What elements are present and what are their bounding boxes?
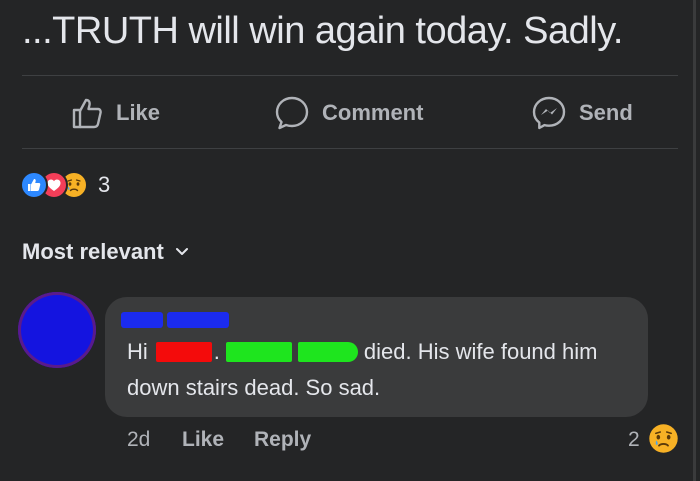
sort-label: Most relevant (22, 239, 164, 264)
crying-face-icon[interactable] (648, 423, 679, 454)
comment-greeting: Hi (127, 339, 148, 364)
avatar[interactable] (18, 292, 96, 368)
comment-sort-dropdown[interactable]: Most relevant (22, 239, 190, 265)
commenter-name[interactable] (121, 312, 229, 332)
post-text: ...TRUTH will win again today. Sadly. (22, 10, 623, 52)
comment-reply-button[interactable]: Reply (254, 428, 311, 452)
comment-reaction-count[interactable]: 2 (628, 428, 640, 452)
like-button-label: Like (116, 100, 161, 125)
reaction-summary[interactable]: 3 (20, 170, 110, 200)
scrollbar[interactable] (693, 0, 696, 481)
divider-top (22, 75, 678, 76)
comment-line-1: Hi . died. His wife found him (127, 339, 597, 365)
comment-button-label: Comment (322, 100, 424, 125)
comment-dot: . (213, 339, 220, 364)
comment-text-line-1: died. His wife found him (363, 339, 598, 364)
comment-bubble: Hi . died. His wife found him down stair… (105, 297, 648, 417)
comment-text-line-2: down stairs dead. So sad. (127, 375, 381, 400)
send-button-label: Send (579, 100, 633, 125)
thumbs-up-icon (70, 96, 104, 130)
messenger-icon (531, 95, 567, 131)
name-redaction-1 (121, 312, 163, 328)
divider-bottom (22, 148, 678, 149)
chevron-down-icon (174, 239, 190, 265)
name-redaction-2 (167, 312, 229, 328)
like-button[interactable]: Like (70, 94, 160, 132)
redaction-red (155, 342, 212, 362)
speech-bubble-icon (274, 95, 310, 131)
redaction-green-1 (225, 342, 292, 362)
comment-like-button[interactable]: Like (182, 428, 224, 452)
comment-timestamp[interactable]: 2d (127, 428, 150, 452)
redaction-green-2 (297, 342, 358, 362)
like-reaction-icon (20, 171, 48, 199)
comment-button[interactable]: Comment (274, 94, 423, 132)
send-button[interactable]: Send (531, 94, 633, 132)
reaction-count: 3 (98, 172, 111, 197)
